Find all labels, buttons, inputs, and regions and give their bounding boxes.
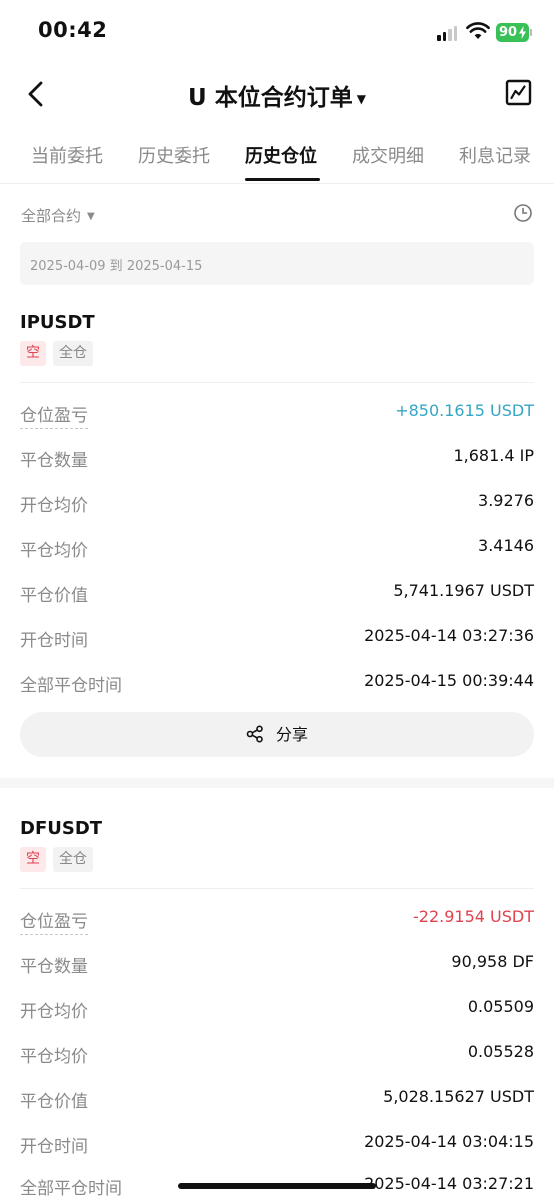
tab-order-history[interactable]: 历史委托	[138, 142, 210, 168]
position-symbol: DFUSDT	[20, 818, 103, 839]
position-symbol: IPUSDT	[20, 312, 95, 333]
close-value-row: 平仓价值 5,741.1967 USDT	[0, 581, 554, 611]
section-divider	[0, 778, 554, 788]
open-time-value: 2025-04-14 03:27:36	[364, 626, 534, 645]
charging-bolt-icon	[519, 26, 526, 39]
pnl-value: -22.9154 USDT	[413, 907, 534, 926]
battery-cap	[530, 29, 532, 36]
close-avg-row: 平仓均价 3.4146	[0, 536, 554, 566]
position-side-badge: 空	[20, 341, 46, 366]
status-time: 00:42	[38, 18, 108, 42]
chevron-down-icon: ▼	[87, 211, 95, 222]
open-time-row: 开仓时间 2025-04-14 03:27:36	[0, 626, 554, 656]
tab-trade-details[interactable]: 成交明细	[352, 142, 424, 168]
pnl-label[interactable]: 仓位盈亏	[20, 907, 88, 935]
close-avg-value: 0.05528	[467, 1042, 534, 1061]
page-title[interactable]: U 本位合约订单 ▼	[0, 78, 554, 112]
cellular-signal-icon	[437, 26, 457, 41]
close-qty-value: 1,681.4 IP	[453, 446, 534, 465]
open-avg-label: 开仓均价	[20, 496, 88, 516]
close-value-label: 平仓价值	[20, 1092, 88, 1112]
tab-interest-records[interactable]: 利息记录	[459, 142, 531, 168]
position-card: DFUSDT 空 全仓 仓位盈亏 -22.9154 USDT 平仓数量 90,9…	[0, 818, 554, 1200]
full-close-time-label: 全部平仓时间	[20, 1179, 122, 1199]
close-value-value: 5,028.15627 USDT	[383, 1087, 534, 1106]
open-avg-label: 开仓均价	[20, 1002, 88, 1022]
home-indicator[interactable]	[178, 1183, 376, 1189]
close-avg-value: 3.4146	[478, 536, 534, 555]
active-tab-indicator	[245, 178, 320, 181]
margin-mode-badge: 全仓	[53, 847, 93, 872]
title-dropdown-icon: ▼	[356, 91, 366, 106]
close-value-label: 平仓价值	[20, 586, 88, 606]
pnl-row: 仓位盈亏 -22.9154 USDT	[0, 907, 554, 937]
share-icon	[246, 725, 263, 743]
date-range-text: 2025-04-09 到 2025-04-15	[30, 259, 203, 274]
battery-icon: 90	[496, 23, 529, 42]
open-time-label: 开仓时间	[20, 1137, 88, 1157]
position-side-badge: 空	[20, 847, 46, 872]
share-label: 分享	[275, 725, 308, 744]
open-avg-value: 3.9276	[478, 491, 534, 510]
contract-filter-dropdown[interactable]: 全部合约 ▼	[21, 205, 95, 226]
full-close-time-label: 全部平仓时间	[20, 676, 122, 696]
chart-icon[interactable]	[505, 79, 532, 106]
nav-bar: U 本位合约订单 ▼	[0, 66, 554, 122]
open-avg-value: 0.05509	[467, 997, 534, 1016]
margin-mode-badge: 全仓	[53, 341, 93, 366]
open-time-label: 开仓时间	[20, 631, 88, 651]
tab-current-orders[interactable]: 当前委托	[31, 142, 103, 168]
battery-level: 90	[499, 25, 518, 40]
full-close-time-row: 全部平仓时间 2025-04-15 00:39:44	[0, 671, 554, 701]
open-time-row: 开仓时间 2025-04-14 03:04:15	[0, 1132, 554, 1162]
close-qty-row: 平仓数量 90,958 DF	[0, 952, 554, 982]
pnl-value: +850.1615 USDT	[395, 401, 534, 420]
pnl-label[interactable]: 仓位盈亏	[20, 401, 88, 429]
wifi-icon	[466, 22, 490, 39]
open-avg-row: 开仓均价 0.05509	[0, 997, 554, 1027]
full-close-time-value: 2025-04-15 00:39:44	[364, 671, 534, 690]
pnl-row: 仓位盈亏 +850.1615 USDT	[0, 401, 554, 431]
close-value-value: 5,741.1967 USDT	[393, 581, 534, 600]
tab-bar: 当前委托 历史委托 历史仓位 成交明细 利息记录	[0, 132, 554, 184]
open-avg-row: 开仓均价 3.9276	[0, 491, 554, 521]
close-avg-row: 平仓均价 0.05528	[0, 1042, 554, 1072]
close-qty-label: 平仓数量	[20, 451, 88, 471]
card-divider	[20, 888, 534, 889]
clock-icon[interactable]	[513, 203, 533, 223]
close-qty-row: 平仓数量 1,681.4 IP	[0, 446, 554, 476]
share-button[interactable]: 分享	[20, 712, 534, 757]
page-title-text: U 本位合约订单	[188, 85, 353, 111]
close-qty-value: 90,958 DF	[451, 952, 534, 971]
tab-position-history[interactable]: 历史仓位	[245, 142, 317, 168]
close-qty-label: 平仓数量	[20, 957, 88, 977]
card-divider	[20, 382, 534, 383]
close-avg-label: 平仓均价	[20, 1047, 88, 1067]
position-card: IPUSDT 空 全仓 仓位盈亏 +850.1615 USDT 平仓数量 1,6…	[0, 312, 554, 762]
open-time-value: 2025-04-14 03:04:15	[364, 1132, 534, 1151]
date-range-field[interactable]: 2025-04-09 到 2025-04-15	[20, 242, 534, 285]
status-bar: 00:42 90	[0, 0, 554, 66]
close-value-row: 平仓价值 5,028.15627 USDT	[0, 1087, 554, 1117]
contract-filter-label: 全部合约	[21, 207, 82, 225]
close-avg-label: 平仓均价	[20, 541, 88, 561]
full-close-time-value: 2025-04-14 03:27:21	[364, 1174, 534, 1193]
